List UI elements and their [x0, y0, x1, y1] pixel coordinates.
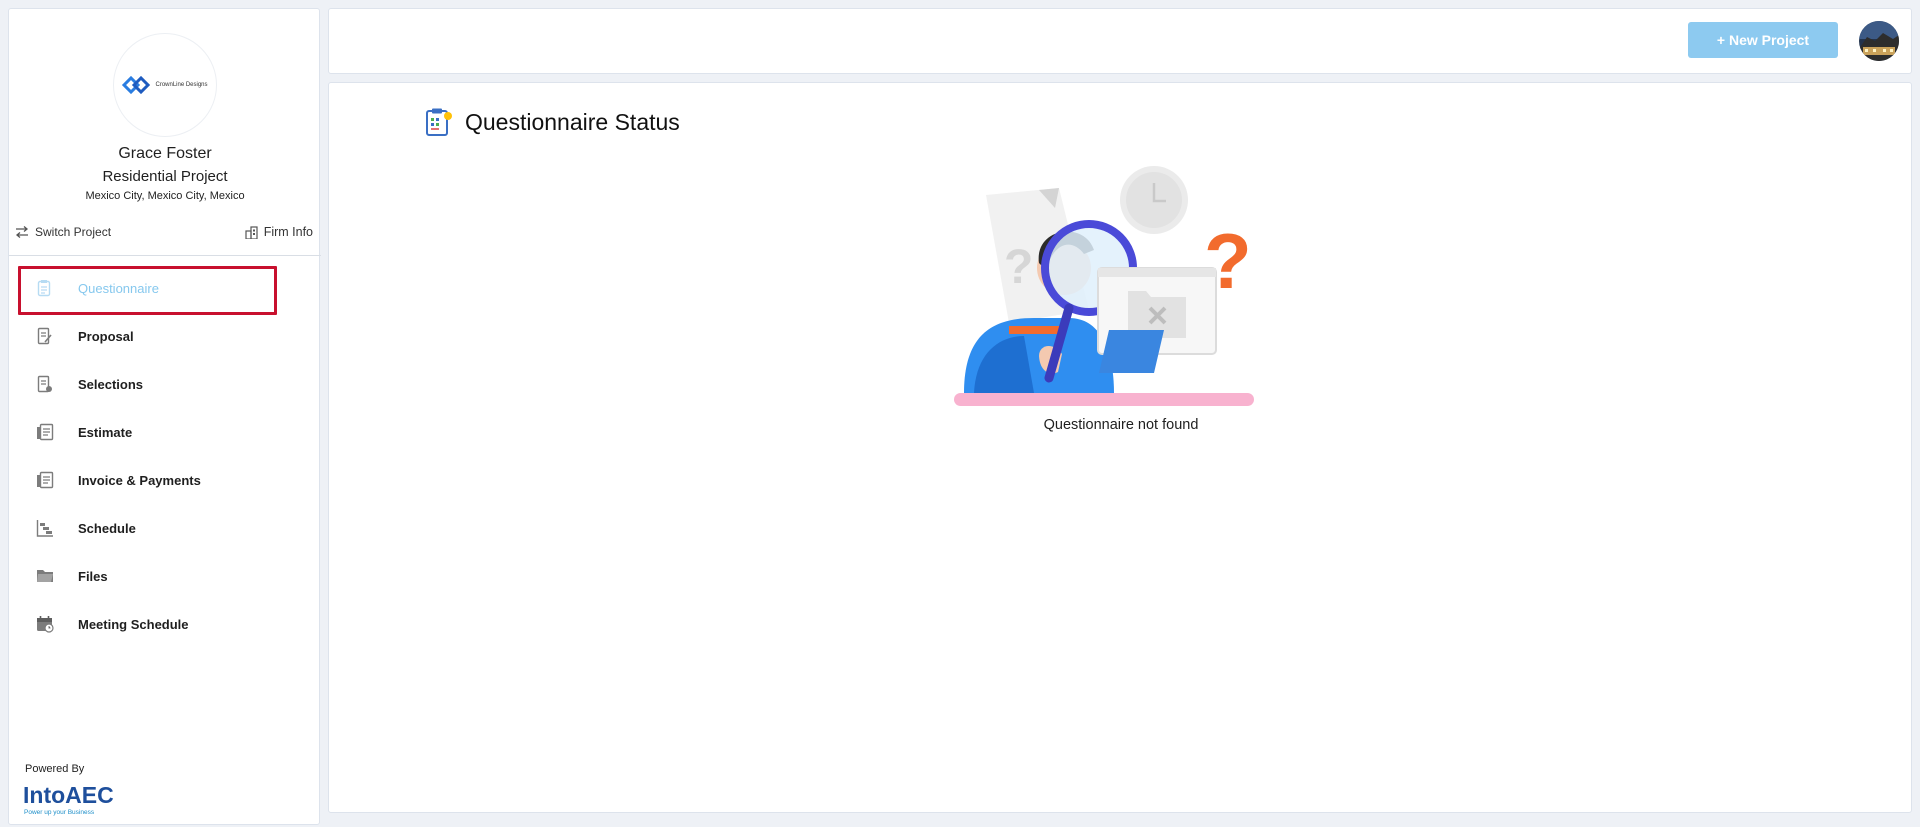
sidebar-item-proposal[interactable]: Proposal [36, 321, 134, 351]
brand-name: IntoAEC [23, 782, 114, 808]
sidebar-item-label: Questionnaire [78, 280, 159, 296]
main-content: Questionnaire Status ? ? Questionnaire n… [328, 82, 1912, 813]
clipboard-icon [426, 108, 452, 136]
sidebar-item-label: Invoice & Payments [78, 472, 201, 488]
sidebar: CrownLine Designs Grace Foster Residenti… [8, 8, 321, 825]
magnifier-search-illustration: ? ? [954, 166, 1254, 406]
firm-info-label: Firm Info [263, 225, 313, 239]
project-location: Mexico City, Mexico City, Mexico [85, 190, 245, 202]
page-title-text: Questionnaire Status [465, 108, 680, 135]
folder-icon [36, 567, 54, 585]
estimate-icon [36, 423, 54, 441]
sidebar-divider [9, 255, 321, 256]
building-icon [245, 225, 258, 239]
crownline-logo-icon [122, 75, 151, 95]
user-avatar[interactable] [1859, 21, 1899, 61]
sidebar-item-questionnaire[interactable]: Questionnaire [36, 273, 159, 303]
not-found-illustration: ? ? [954, 158, 1264, 413]
sidebar-item-label: Estimate [78, 424, 133, 440]
client-name: Grace Foster [118, 145, 212, 162]
sidebar-item-label: Files [78, 568, 108, 584]
avatar-image [1859, 21, 1899, 61]
sidebar-item-label: Schedule [78, 520, 136, 536]
sidebar-item-invoice-payments[interactable]: Invoice & Payments [36, 465, 201, 495]
svg-text:?: ? [1004, 241, 1033, 294]
sidebar-item-label: Proposal [78, 328, 134, 344]
sidebar-item-selections[interactable]: Selections [36, 369, 143, 399]
sidebar-item-label: Selections [78, 376, 144, 392]
sidebar-item-files[interactable]: Files [36, 561, 108, 591]
questionnaire-icon [36, 279, 54, 297]
intoaec-logo[interactable]: IntoAEC Power up your Business [23, 778, 123, 823]
swap-arrows-icon [15, 226, 29, 238]
top-header: + New Project [328, 8, 1912, 74]
sidebar-item-label: Meeting Schedule [78, 616, 189, 632]
switch-project-label: Switch Project [35, 225, 112, 239]
firm-logo-text: CrownLine Designs [155, 82, 208, 88]
page-title: Questionnaire Status [425, 107, 680, 137]
invoice-icon [36, 471, 54, 489]
empty-state-message: Questionnaire not found [1043, 417, 1199, 433]
project-type: Residential Project [102, 168, 228, 185]
selections-icon [36, 375, 54, 393]
calendar-icon [36, 615, 54, 633]
intoaec-brand-icon: IntoAEC Power up your Business [23, 782, 114, 816]
sidebar-item-schedule[interactable]: Schedule [36, 513, 136, 543]
brand-tagline: Power up your Business [24, 809, 95, 816]
schedule-icon [36, 519, 54, 537]
powered-by-label: Powered By [25, 763, 85, 775]
sidebar-item-meeting-schedule[interactable]: Meeting Schedule [36, 609, 189, 639]
switch-project-button[interactable]: Switch Project [15, 225, 111, 239]
firm-logo: CrownLine Designs [113, 33, 217, 137]
firm-info-button[interactable]: Firm Info [245, 225, 313, 239]
proposal-icon [36, 327, 54, 345]
new-project-button[interactable]: + New Project [1688, 22, 1838, 58]
sidebar-item-estimate[interactable]: Estimate [36, 417, 132, 447]
svg-text:?: ? [1204, 217, 1252, 305]
